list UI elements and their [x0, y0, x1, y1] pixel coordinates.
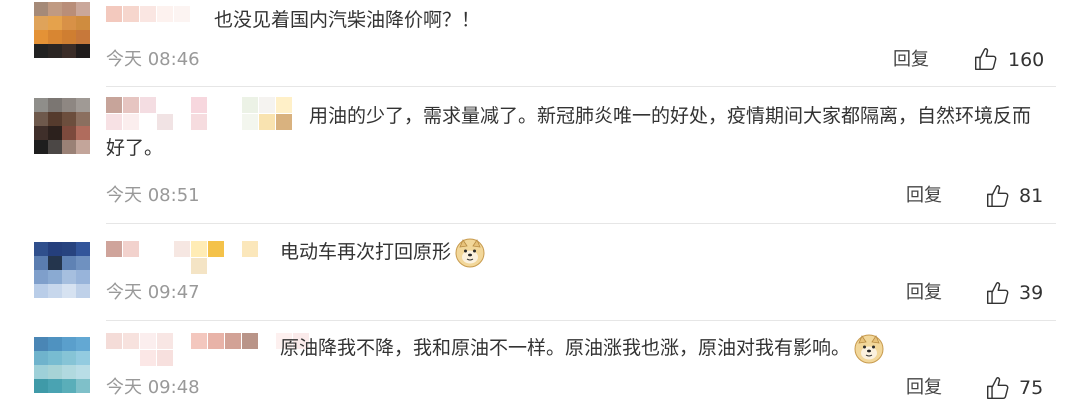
username-blurred[interactable]	[106, 333, 309, 367]
comment-time: 今天 08:46	[106, 49, 200, 70]
comment-item: 电动车再次打回原形 今天 09:47 回复 39	[0, 224, 1080, 320]
comment-text: 也没见着国内汽柴油降价啊？！	[214, 9, 481, 31]
like-count: 160	[1008, 49, 1045, 71]
avatar[interactable]	[34, 98, 90, 154]
reply-button[interactable]: 回复	[906, 281, 942, 305]
thumbs-up-icon[interactable]	[985, 280, 1011, 306]
doge-emoji	[455, 238, 485, 267]
avatar[interactable]	[34, 2, 90, 58]
like-count: 75	[1019, 377, 1044, 399]
username-blurred[interactable]	[106, 241, 309, 275]
doge-emoji	[854, 334, 884, 363]
thumbs-up-icon[interactable]	[985, 375, 1011, 401]
reply-button[interactable]: 回复	[906, 184, 942, 208]
comment-item: 用油的少了，需求量减了。新冠肺炎唯一的好处，疫情期间大家都隔离，自然环境反而好了…	[0, 87, 1080, 223]
reply-button[interactable]: 回复	[893, 48, 929, 72]
comment-text: 电动车再次打回原形	[280, 236, 485, 268]
comment-item: 原油降我不降，我和原油不一样。原油涨我也涨，原油对我有影响。 今天 09:48 …	[0, 321, 1080, 412]
thumbs-up-icon[interactable]	[973, 46, 999, 72]
comment-text-content: 原油降我不降，我和原油不一样。原油涨我也涨，原油对我有影响。	[280, 337, 851, 359]
comment-time: 今天 09:47	[106, 282, 200, 303]
comment-item: 也没见着国内汽柴油降价啊？！ 今天 08:46 回复 160	[0, 0, 1080, 86]
comment-text: 用油的少了，需求量减了。新冠肺炎唯一的好处，疫情期间大家都隔离，自然环境反而好了…	[106, 105, 1032, 159]
reply-button[interactable]: 回复	[906, 376, 942, 400]
comment-time: 今天 08:51	[106, 185, 200, 206]
comment-time: 今天 09:48	[106, 377, 200, 398]
thumbs-up-icon[interactable]	[985, 183, 1011, 209]
comment-text-content: 电动车再次打回原形	[280, 241, 452, 263]
like-count: 39	[1019, 282, 1044, 304]
avatar[interactable]	[34, 242, 90, 298]
comment-text: 原油降我不降，我和原油不一样。原油涨我也涨，原油对我有影响。	[280, 332, 884, 364]
like-count: 81	[1019, 185, 1044, 207]
avatar[interactable]	[34, 337, 90, 393]
